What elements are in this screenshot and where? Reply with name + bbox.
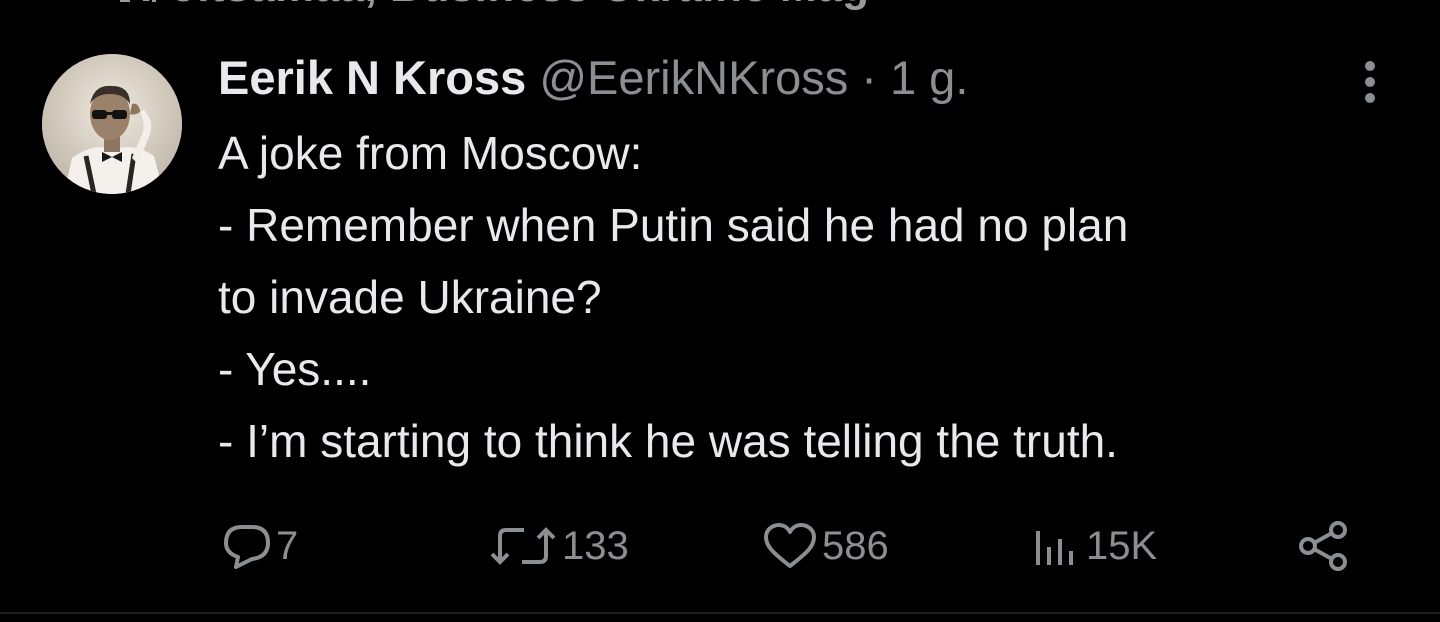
tweet-text-line: - Remember when Putin said he had no pla… — [218, 199, 1129, 251]
divider — [0, 612, 1440, 614]
views-icon — [1036, 531, 1073, 565]
like-count: 586 — [822, 523, 889, 568]
user-handle[interactable]: @EerikNKross — [539, 51, 848, 104]
avatar[interactable] — [42, 54, 182, 194]
separator-dot: · — [861, 51, 877, 104]
tweet-text-line: - I’m starting to think he was telling t… — [218, 415, 1118, 467]
retweet-context-text: Pöltsamaa, Business Ukraine Mag — [140, 0, 870, 12]
tweet-text-line: to invade Ukraine? — [218, 271, 602, 323]
tweet[interactable]: Eerik N Kross @EerikNKross · 1 g. A joke… — [218, 46, 1398, 477]
tweet-actions: 7 133 586 15K — [0, 512, 1440, 580]
timestamp[interactable]: 1 g. — [890, 51, 968, 104]
retweet-button[interactable]: 133 — [488, 512, 629, 580]
reply-button[interactable]: 7 — [222, 512, 298, 580]
retweet-count: 133 — [562, 523, 629, 568]
like-button[interactable]: 586 — [762, 512, 889, 580]
tweet-text-line: A joke from Moscow: — [218, 127, 643, 179]
reply-icon — [224, 525, 270, 569]
display-name[interactable]: Eerik N Kross — [218, 51, 526, 104]
share-icon — [1299, 521, 1347, 571]
heart-icon — [764, 523, 816, 568]
share-button[interactable] — [1296, 512, 1352, 580]
tweet-text: A joke from Moscow: - Remember when Puti… — [218, 117, 1398, 477]
views-count: 15K — [1086, 523, 1158, 568]
tweet-text-line: - Yes.... — [218, 343, 372, 395]
views-button[interactable]: 15K — [1030, 512, 1157, 580]
more-vertical-icon[interactable] — [1356, 58, 1384, 106]
retweet-icon — [490, 527, 556, 565]
reply-count: 7 — [276, 523, 299, 568]
tweet-header: Eerik N Kross @EerikNKross · 1 g. — [218, 46, 1398, 110]
